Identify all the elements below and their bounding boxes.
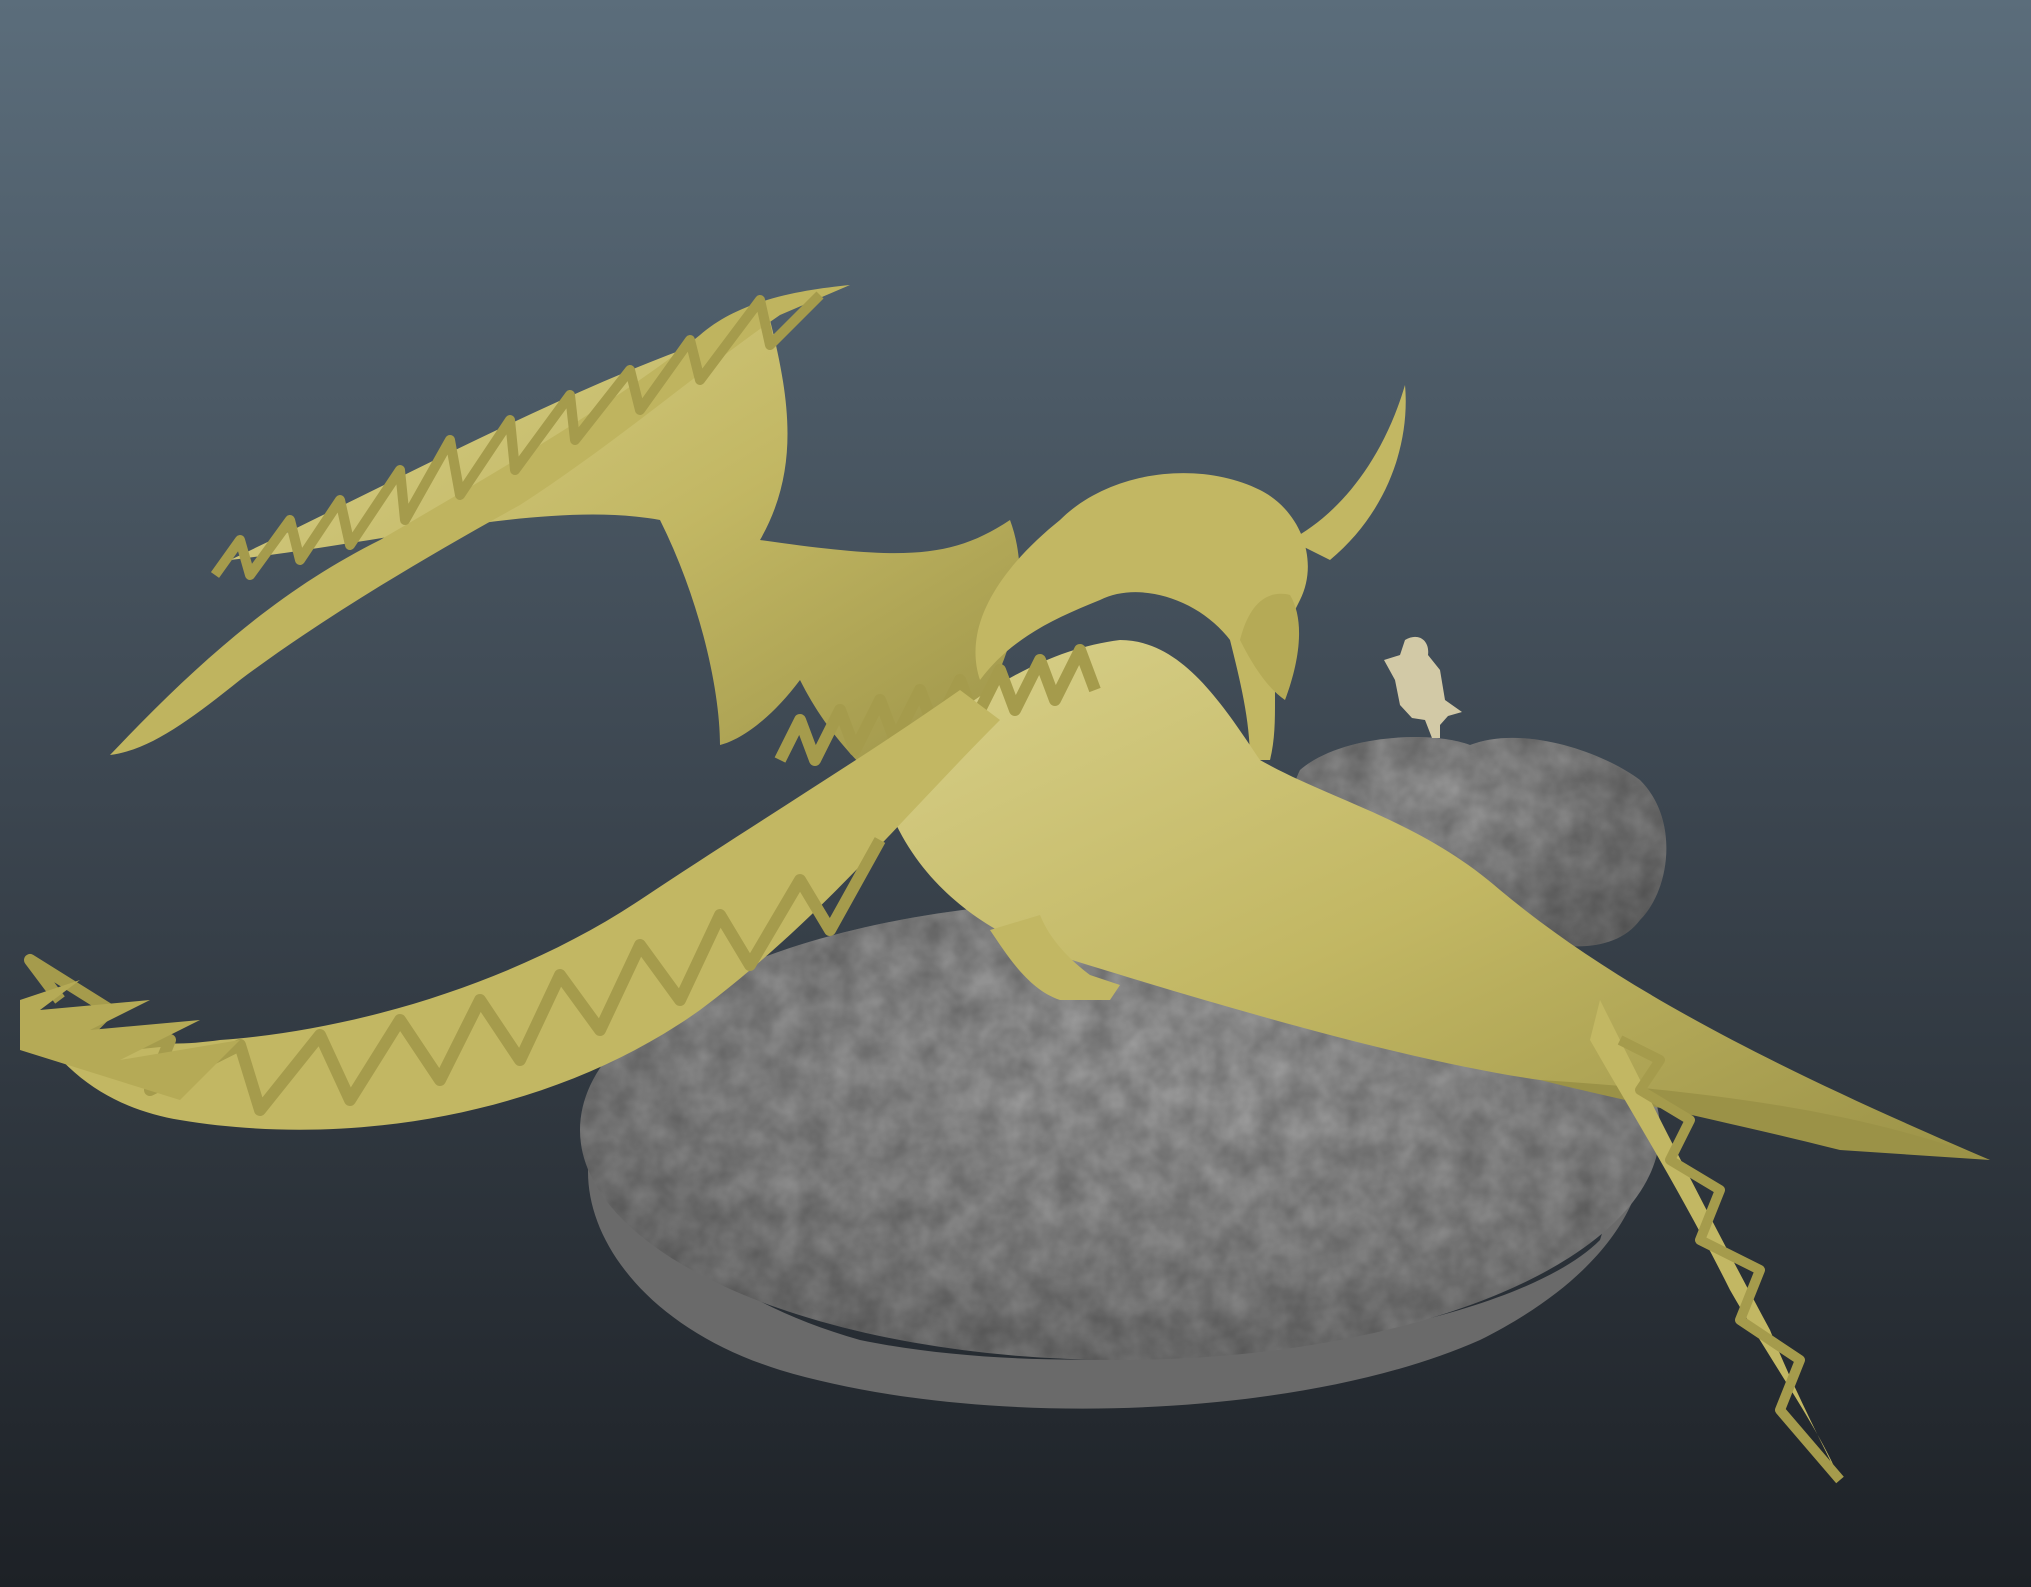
viewport-render[interactable] [0,0,2031,1587]
3d-viewport[interactable] [0,0,2031,1587]
